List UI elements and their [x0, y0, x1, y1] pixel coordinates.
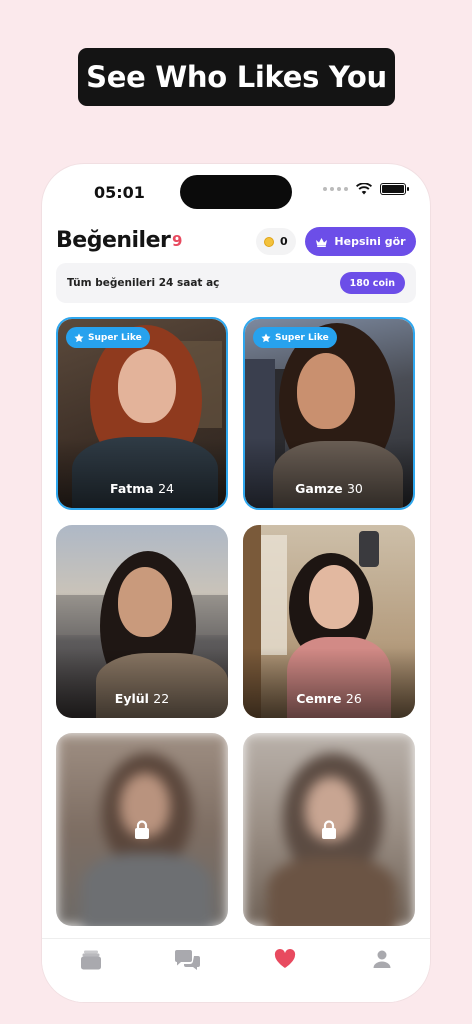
crown-icon — [316, 237, 328, 247]
heart-icon — [274, 949, 295, 968]
super-like-badge: Super Like — [66, 327, 150, 348]
star-icon — [261, 333, 271, 342]
see-all-label: Hepsini gör — [334, 235, 406, 248]
tab-messages[interactable] — [139, 949, 236, 971]
cards-icon — [80, 950, 101, 970]
signal-icon — [323, 187, 348, 191]
profile-icon — [373, 950, 390, 968]
like-card[interactable]: Super Like Gamze 30 — [243, 317, 415, 510]
coin-balance[interactable]: 0 — [256, 228, 296, 255]
unlock-banner-text: Tüm beğenileri 24 saat aç — [67, 277, 220, 289]
like-card[interactable]: Eylül 22 — [56, 525, 228, 718]
card-name: Eylül 22 — [114, 691, 170, 706]
tab-bar — [42, 938, 430, 1002]
super-like-label: Super Like — [88, 332, 142, 343]
see-all-button[interactable]: Hepsini gör — [305, 227, 416, 256]
likes-count: 9 — [172, 232, 183, 250]
tab-likes[interactable] — [236, 949, 333, 969]
phone-frame: 05:01 Beğeniler 9 0 Hepsini gör Tüm beğe… — [42, 164, 430, 1002]
unlock-banner[interactable]: Tüm beğenileri 24 saat aç 180 coin — [56, 263, 416, 303]
star-icon — [74, 333, 84, 342]
unlock-coin-button[interactable]: 180 coin — [339, 272, 405, 294]
dynamic-island — [180, 175, 292, 209]
like-card[interactable]: Cemre 26 — [243, 525, 415, 718]
locked-card[interactable] — [243, 733, 415, 926]
wifi-icon — [356, 183, 372, 195]
battery-icon — [380, 183, 409, 195]
chat-icon — [174, 950, 200, 970]
card-name: Cemre 26 — [296, 691, 362, 706]
promo-headline: See Who Likes You — [78, 48, 395, 106]
card-name: Fatma 24 — [110, 481, 174, 496]
lock-icon — [135, 819, 149, 839]
coin-icon — [264, 236, 274, 247]
coin-amount: 0 — [280, 235, 288, 248]
card-name: Gamze 30 — [295, 481, 363, 496]
locked-card[interactable] — [56, 733, 228, 926]
page-title: Beğeniler — [56, 228, 171, 253]
tab-profile[interactable] — [333, 949, 430, 969]
status-indicators — [323, 183, 409, 195]
lock-icon — [322, 819, 336, 839]
status-time: 05:01 — [94, 183, 145, 202]
like-card[interactable]: Super Like Fatma 24 — [56, 317, 228, 510]
super-like-label: Super Like — [275, 332, 329, 343]
super-like-badge: Super Like — [253, 327, 337, 348]
tab-discover[interactable] — [42, 949, 139, 971]
